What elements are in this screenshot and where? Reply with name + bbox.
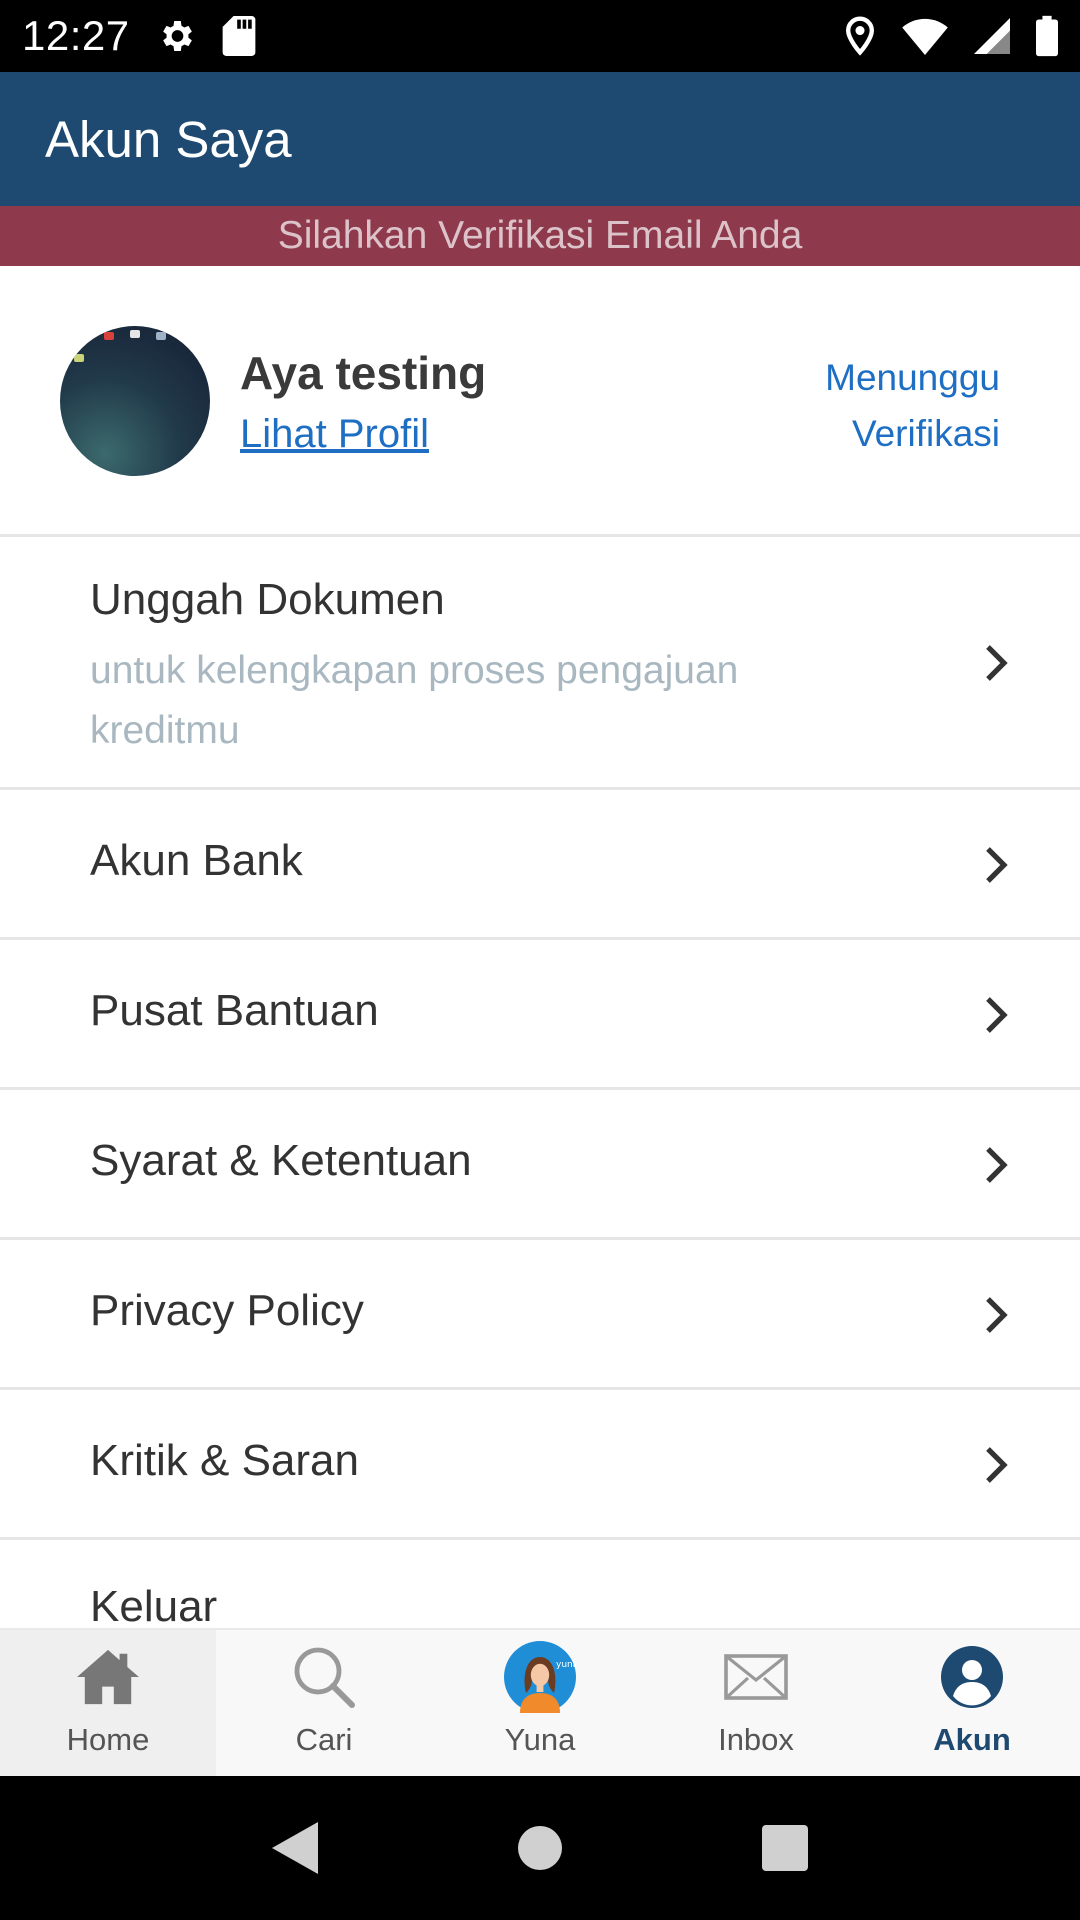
view-profile-link[interactable]: Lihat Profil	[240, 412, 429, 457]
settings-gear-icon	[156, 16, 196, 56]
yuna-avatar-icon: yuna	[504, 1640, 576, 1714]
nav-tab-search[interactable]: Cari	[216, 1630, 432, 1776]
chevron-right-icon	[986, 645, 1008, 681]
menu-item-terms-conditions[interactable]: Syarat & Ketentuan	[0, 1090, 1080, 1240]
chevron-right-icon	[986, 997, 1008, 1033]
app-bar: Akun Saya	[0, 72, 1080, 206]
verification-status-line1: Menunggu	[825, 357, 1000, 398]
menu-item-label: Kritik & Saran	[90, 1436, 359, 1485]
account-icon	[940, 1640, 1004, 1714]
envelope-icon	[724, 1640, 788, 1714]
verification-status-line2: Verifikasi	[851, 413, 1000, 454]
page-title: Akun Saya	[45, 110, 292, 168]
avatar-detail	[130, 330, 140, 338]
location-icon	[844, 16, 876, 56]
profile-name: Aya testing	[240, 347, 487, 399]
account-menu: Unggah Dokumen untuk kelengkapan proses …	[0, 537, 1080, 1650]
menu-item-subtitle-line1: untuk kelengkapan proses pengajuan	[90, 649, 739, 692]
email-verification-banner[interactable]: Silahkan Verifikasi Email Anda	[0, 206, 1080, 266]
nav-tab-account[interactable]: Akun	[864, 1630, 1080, 1776]
nav-tab-label: Home	[66, 1722, 150, 1757]
menu-item-help-center[interactable]: Pusat Bantuan	[0, 940, 1080, 1090]
recents-icon[interactable]	[762, 1825, 808, 1871]
avatar[interactable]	[60, 326, 210, 476]
verification-banner-text: Silahkan Verifikasi Email Anda	[277, 214, 803, 257]
bottom-navigation: Home Cari yuna Yuna	[0, 1628, 1080, 1776]
svg-text:yuna: yuna	[556, 1660, 576, 1670]
nav-tab-label: Inbox	[718, 1722, 794, 1757]
menu-item-subtitle: untuk kelengkapan proses pengajuan kredi…	[90, 641, 810, 761]
nav-tab-home[interactable]: Home	[0, 1630, 216, 1776]
menu-item-bank-account[interactable]: Akun Bank	[0, 790, 1080, 940]
menu-item-label: Akun Bank	[90, 836, 303, 885]
menu-item-label: Privacy Policy	[90, 1286, 364, 1335]
nav-tab-label: Akun	[933, 1722, 1011, 1757]
verification-status: Menunggu Verifikasi	[780, 350, 1000, 462]
status-bar: 12:27	[0, 0, 1080, 72]
chevron-right-icon	[986, 1447, 1008, 1483]
nav-tab-label: Cari	[295, 1722, 353, 1757]
back-icon[interactable]	[272, 1822, 318, 1874]
chevron-right-icon	[986, 1297, 1008, 1333]
menu-item-subtitle-line2: kreditmu	[90, 709, 240, 752]
nav-tab-inbox[interactable]: Inbox	[648, 1630, 864, 1776]
avatar-detail	[156, 332, 166, 340]
battery-icon	[1036, 15, 1058, 57]
system-navigation-bar	[0, 1776, 1080, 1920]
screen: 12:27 Akun Saya Silahkan Verifikasi Emai…	[0, 0, 1080, 1920]
menu-item-label: Keluar	[90, 1582, 218, 1631]
cell-signal-icon	[974, 18, 1010, 54]
nav-tab-yuna[interactable]: yuna Yuna	[432, 1630, 648, 1776]
status-left: 12:27	[22, 12, 256, 60]
menu-item-feedback[interactable]: Kritik & Saran	[0, 1390, 1080, 1540]
menu-item-label: Pusat Bantuan	[90, 986, 379, 1035]
status-right	[844, 15, 1058, 57]
home-icon	[77, 1640, 139, 1714]
menu-item-upload-document[interactable]: Unggah Dokumen untuk kelengkapan proses …	[0, 537, 1080, 790]
home-circle-icon[interactable]	[518, 1826, 562, 1870]
avatar-detail	[104, 332, 114, 340]
wifi-icon	[902, 17, 948, 55]
status-time: 12:27	[22, 12, 130, 59]
sd-card-icon	[222, 16, 256, 56]
search-icon	[292, 1640, 356, 1714]
nav-tab-label: Yuna	[504, 1722, 576, 1757]
profile-section: Aya testing Lihat Profil Menunggu Verifi…	[0, 266, 1080, 537]
chevron-right-icon	[986, 1147, 1008, 1183]
avatar-detail	[74, 354, 84, 362]
menu-item-label: Unggah Dokumen	[90, 575, 445, 624]
chevron-right-icon	[986, 847, 1008, 883]
menu-item-label: Syarat & Ketentuan	[90, 1136, 472, 1185]
menu-item-privacy-policy[interactable]: Privacy Policy	[0, 1240, 1080, 1390]
